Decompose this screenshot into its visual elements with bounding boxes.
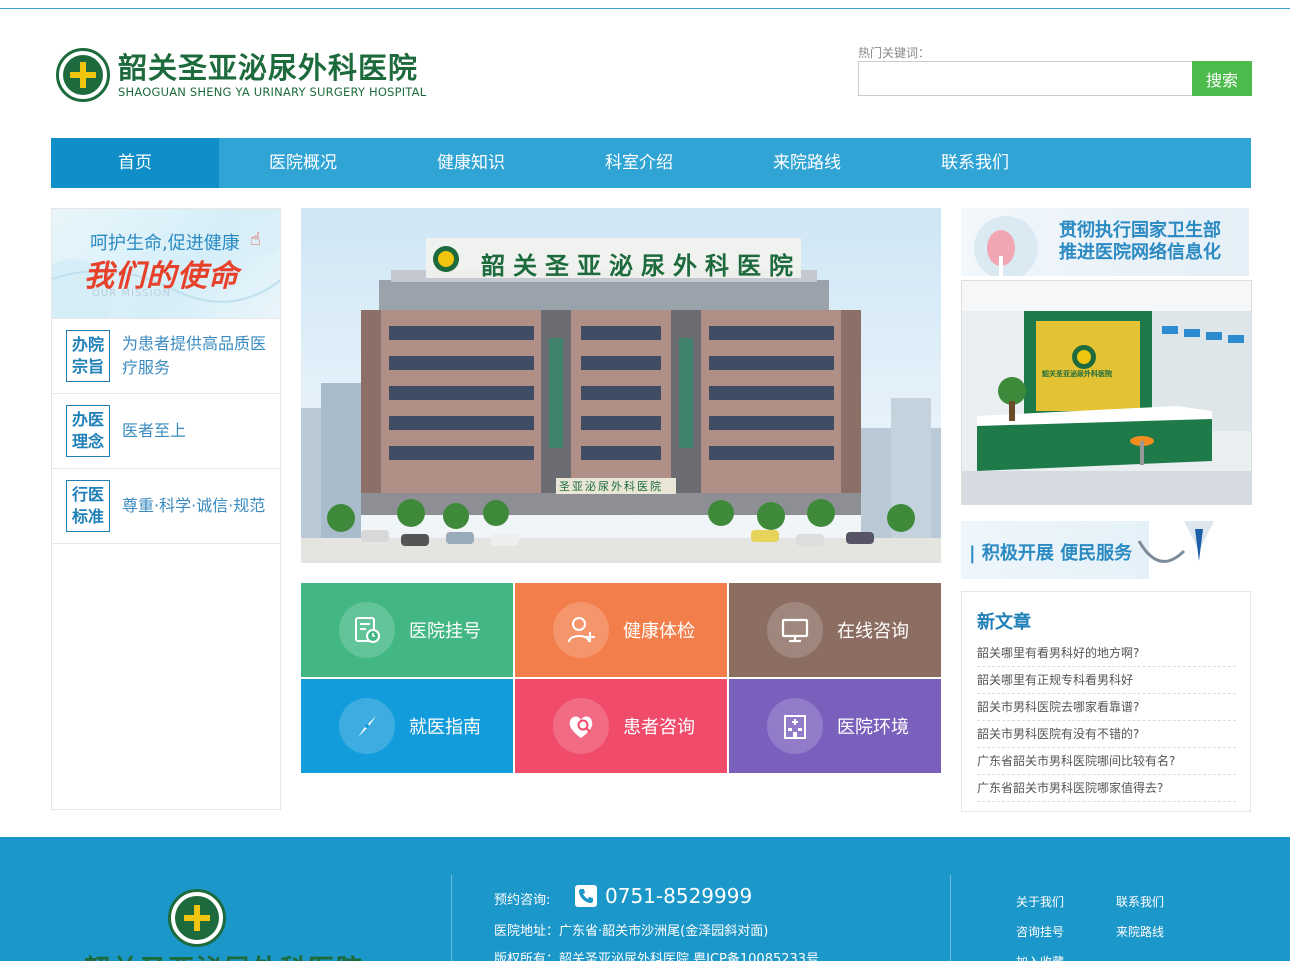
hospital-icon	[767, 698, 823, 754]
reception-sign: 韶关圣亚泌尿外科医院	[1042, 370, 1112, 378]
compass-icon	[339, 698, 395, 754]
hospital-building-image[interactable]: 韶关圣亚泌尿外科医院 圣亚泌尿外科医院	[301, 208, 941, 563]
tile-checkup[interactable]: 健康体检	[515, 583, 727, 677]
add-user-icon	[553, 602, 609, 658]
tile-online-consult[interactable]: 在线咨询	[729, 583, 941, 677]
search-label: 热门关键词：	[858, 46, 931, 60]
pill-icon	[974, 216, 1038, 276]
news-item[interactable]: 广东省韶关市男科医院哪间比较有名?	[977, 748, 1236, 775]
footer-divider	[950, 875, 951, 961]
reception-illustration	[962, 281, 1251, 504]
heart-search-icon	[553, 698, 609, 754]
news-panel: 新文章 韶关哪里有看男科好的地方啊? 韶关哪里有正规专科看男科好 韶关市男科医院…	[961, 591, 1251, 812]
footer-link-register[interactable]: 咨询挂号	[1016, 923, 1064, 940]
service-tiles: 医院挂号 健康体检 在线咨询 就医指南 患者咨询 医院环境	[301, 583, 941, 773]
nav-item-health[interactable]: 健康知识	[387, 138, 555, 188]
footer: 韶关圣亚泌尿外科医院 预约咨询: 0751-8529999 医院地址：广东省·韶…	[0, 837, 1290, 961]
policy-line-2: 推进医院网络信息化	[1059, 242, 1221, 263]
policy-line-1: 贯彻执行国家卫生部	[1059, 220, 1221, 241]
mission-desc: 医者至上	[122, 421, 187, 440]
footer-link-contact[interactable]: 联系我们	[1116, 893, 1164, 910]
building-sign: 韶关圣亚泌尿外科医院	[481, 252, 801, 280]
page: 韶关圣亚泌尿外科医院 SHAOGUAN SHENG YA URINARY SUR…	[0, 0, 1290, 961]
footer-link-directions[interactable]: 来院路线	[1116, 923, 1164, 940]
doctor-icon	[1137, 521, 1249, 579]
mission-panel: 呵护生命,促进健康 ☝ 我们的使命 OUR MISSION 办院宗旨 为患者提供…	[51, 208, 281, 810]
nav-item-overview[interactable]: 医院概况	[219, 138, 387, 188]
logo-emblem-icon	[56, 48, 110, 102]
footer-copyright: 版权所有：韶关圣亚泌尿外科医院 粤ICP备10085233号	[494, 952, 820, 961]
nav-item-departments[interactable]: 科室介绍	[555, 138, 723, 188]
footer-address: 医院地址：广东省·韶关市沙洲尾(金泽园斜对面)	[494, 924, 769, 939]
search-input[interactable]	[858, 61, 1192, 96]
news-item[interactable]: 韶关哪里有正规专科看男科好	[977, 667, 1236, 694]
building-lower-sign: 圣亚泌尿外科医院	[559, 480, 663, 493]
tile-label: 就医指南	[409, 717, 481, 738]
mission-desc: 为患者提供高品质医疗服务	[122, 334, 267, 377]
footer-phone-number[interactable]: 0751-8529999	[605, 884, 752, 908]
footer-divider	[451, 875, 452, 961]
tile-patient-consult[interactable]: 患者咨询	[515, 679, 727, 773]
nav-item-home[interactable]: 首页	[51, 138, 219, 188]
main-nav: 首页 医院概况 健康知识 科室介绍 来院路线 联系我们	[51, 138, 1251, 188]
register-icon	[339, 602, 395, 658]
top-rule	[0, 8, 1290, 9]
reception-image[interactable]: 韶关圣亚泌尿外科医院	[961, 280, 1252, 505]
pointing-hand-icon: ☝	[250, 229, 261, 250]
news-item[interactable]: 韶关哪里有看男科好的地方啊?	[977, 640, 1236, 667]
footer-link-bookmark[interactable]: 加入收藏	[1016, 953, 1064, 961]
mission-tag: 行医标准	[66, 480, 110, 532]
policy-banner[interactable]: 贯彻执行国家卫生部 推进医院网络信息化	[961, 208, 1249, 276]
footer-logo-icon	[168, 889, 226, 947]
footer-phone-label: 预约咨询:	[494, 893, 551, 908]
hospital-logo[interactable]: 韶关圣亚泌尿外科医院 SHAOGUAN SHENG YA URINARY SUR…	[56, 48, 426, 102]
search-button[interactable]: 搜索	[1192, 61, 1252, 96]
mission-row: 办医理念 医者至上	[52, 394, 280, 469]
service-banner-text: | 积极开展 便民服务	[969, 543, 1133, 564]
nav-item-directions[interactable]: 来院路线	[723, 138, 891, 188]
news-item[interactable]: 韶关市男科医院有没有不错的?	[977, 721, 1236, 748]
tile-label: 患者咨询	[623, 717, 695, 738]
mission-banner: 呵护生命,促进健康 ☝ 我们的使命 OUR MISSION	[52, 209, 280, 319]
nav-item-contact[interactable]: 联系我们	[891, 138, 1059, 188]
mission-tag: 办院宗旨	[66, 330, 110, 382]
phone-icon	[575, 885, 597, 907]
mission-desc: 尊重·科学·诚信·规范	[122, 496, 266, 515]
footer-hospital-name: 韶关圣亚泌尿外科医院	[84, 949, 364, 961]
mission-row: 办院宗旨 为患者提供高品质医疗服务	[52, 319, 280, 394]
tile-register[interactable]: 医院挂号	[301, 583, 513, 677]
footer-link-about[interactable]: 关于我们	[1016, 893, 1064, 910]
mission-heading-en: OUR MISSION	[92, 288, 171, 299]
tile-label: 医院挂号	[409, 621, 481, 642]
logo-subtitle: SHAOGUAN SHENG YA URINARY SURGERY HOSPIT…	[118, 85, 427, 99]
news-title: 新文章	[977, 612, 1031, 633]
logo-title: 韶关圣亚泌尿外科医院	[118, 51, 419, 85]
tile-environment[interactable]: 医院环境	[729, 679, 941, 773]
tile-guide[interactable]: 就医指南	[301, 679, 513, 773]
mission-tag: 办医理念	[66, 405, 110, 457]
news-item[interactable]: 广东省韶关市男科医院哪家值得去?	[977, 775, 1236, 802]
search-bar: 搜索	[858, 61, 1252, 96]
monitor-icon	[767, 602, 823, 658]
news-item[interactable]: 韶关市男科医院去哪家看靠谱?	[977, 694, 1236, 721]
tile-label: 健康体检	[623, 621, 695, 642]
mission-row: 行医标准 尊重·科学·诚信·规范	[52, 469, 280, 544]
tile-label: 医院环境	[837, 717, 909, 738]
service-banner[interactable]: | 积极开展 便民服务	[961, 521, 1249, 579]
tile-label: 在线咨询	[837, 621, 909, 642]
